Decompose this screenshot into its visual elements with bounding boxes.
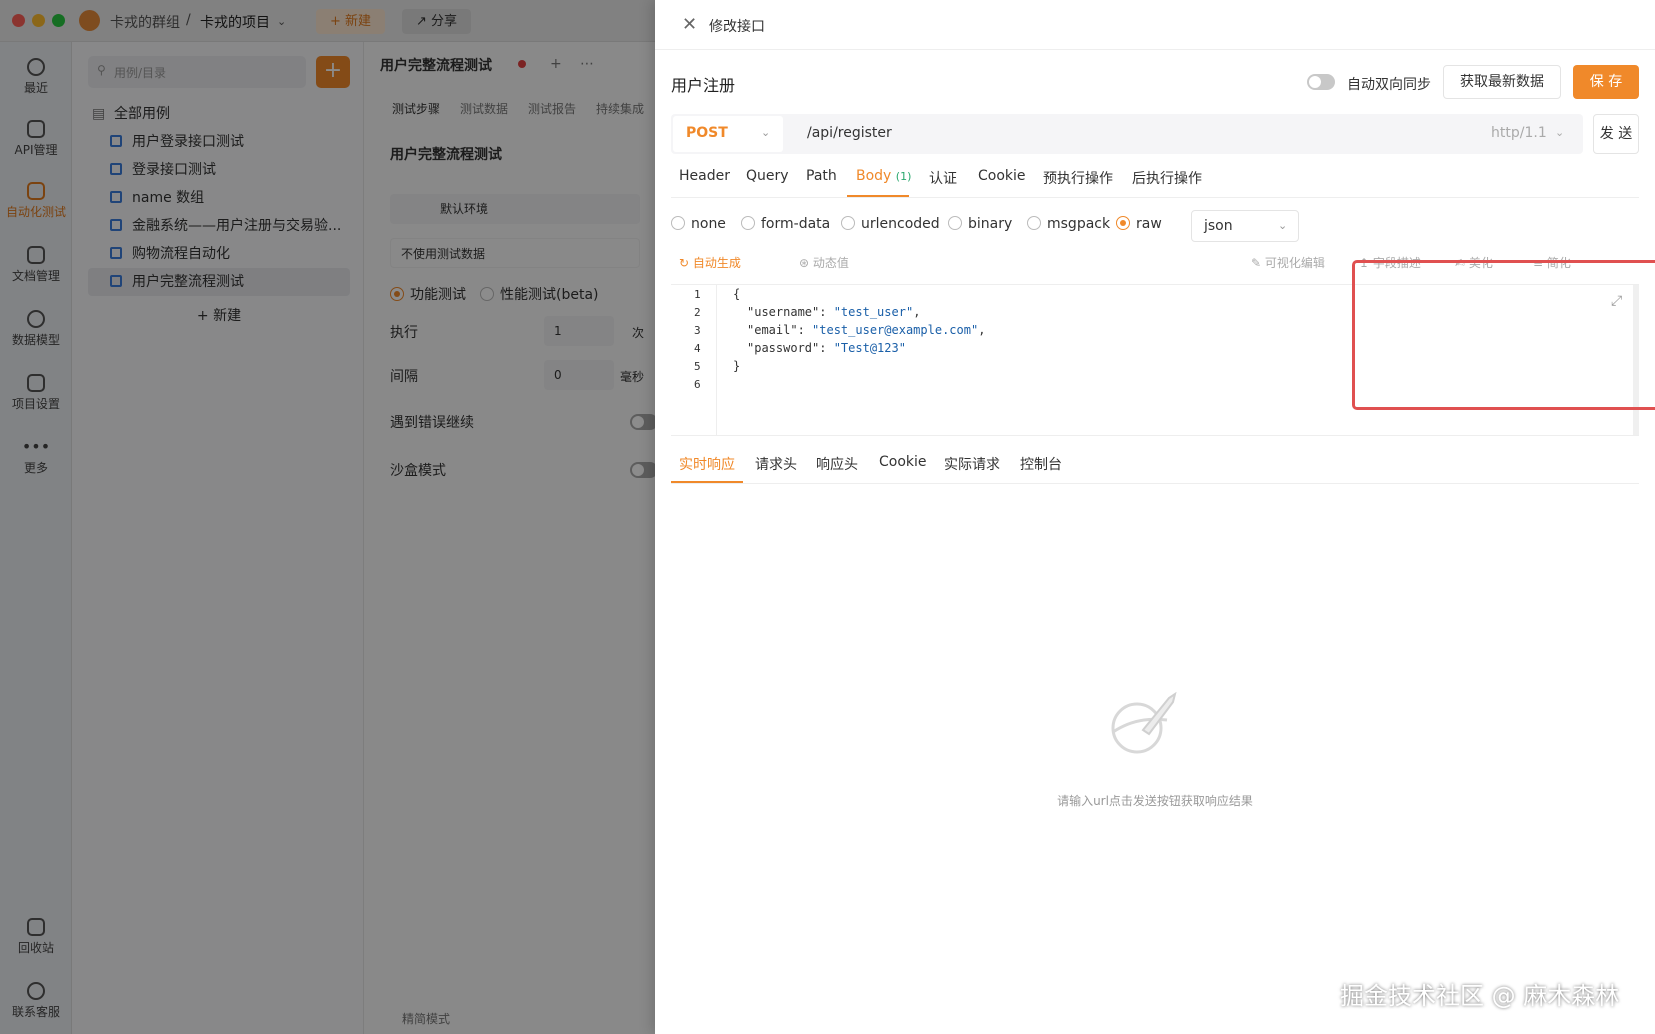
method-value: POST	[686, 125, 728, 141]
radio-icon	[841, 216, 855, 230]
tab-path[interactable]: Path	[806, 168, 837, 184]
body-type-form-data[interactable]: form-data	[741, 216, 830, 232]
raw-format-select[interactable]: json ⌄	[1191, 210, 1299, 242]
visual-edit-icon: ✎	[1251, 256, 1265, 270]
modal-overlay[interactable]	[0, 0, 655, 1034]
active-tab-indicator	[847, 195, 909, 197]
url-bar: POST ⌄ /api/register http/1.1 ⌄	[671, 114, 1583, 154]
tab-cookie[interactable]: Cookie	[978, 168, 1026, 184]
json-key: "email"	[747, 323, 798, 337]
radio-icon	[741, 216, 755, 230]
annotation-highlight-box	[1352, 260, 1655, 410]
body-type-msgpack[interactable]: msgpack	[1027, 216, 1110, 232]
active-tab-indicator	[671, 481, 743, 483]
json-value: "test_user@example.com"	[812, 323, 979, 337]
radio-icon	[671, 216, 685, 230]
json-comma: ,	[978, 323, 986, 337]
code-line: "username": "test_user",	[747, 305, 921, 319]
dynamic-value-button[interactable]: ⊛ 动态值	[799, 254, 849, 271]
radio-selected-icon	[1116, 216, 1130, 230]
body-type-label: urlencoded	[861, 216, 940, 232]
dynamic-icon: ⊛	[799, 256, 813, 270]
edit-api-drawer: ✕ 修改接口 用户注册 自动双向同步 获取最新数据 保 存 POST ⌄ /ap…	[655, 0, 1655, 1034]
auto-sync-toggle[interactable]	[1307, 74, 1335, 90]
body-type-binary[interactable]: binary	[948, 216, 1012, 232]
json-value: "test_user"	[833, 305, 914, 319]
line-number: 4	[694, 342, 701, 355]
api-name[interactable]: 用户注册	[671, 72, 735, 96]
body-type-raw[interactable]: raw	[1116, 216, 1162, 232]
rocket-planet-icon	[1111, 691, 1177, 754]
json-comma: ,	[913, 305, 921, 319]
auto-sync-label: 自动双向同步	[1347, 77, 1431, 93]
line-number: 3	[694, 324, 701, 337]
close-icon[interactable]: ✕	[682, 14, 697, 35]
send-button[interactable]: 发 送	[1593, 114, 1639, 154]
auto-generate-label: 自动生成	[692, 256, 741, 270]
watermark: 掘金技术社区 @ 麻木森林	[1340, 982, 1620, 1010]
tab-response-headers[interactable]: 响应头	[816, 454, 858, 474]
code-line: }	[733, 359, 741, 373]
json-key: "username"	[747, 305, 820, 319]
method-select[interactable]: POST ⌄	[673, 116, 783, 152]
format-value: json	[1204, 218, 1233, 234]
tab-query[interactable]: Query	[746, 168, 789, 184]
refresh-icon: ↻	[679, 256, 693, 270]
line-number: 6	[694, 378, 701, 391]
json-value: "Test@123"	[833, 341, 906, 355]
body-type-label: binary	[968, 216, 1013, 232]
fetch-latest-button[interactable]: 获取最新数据	[1443, 65, 1561, 99]
line-number: 5	[694, 360, 701, 373]
radio-icon	[948, 216, 962, 230]
visual-edit-button[interactable]: ✎ 可视化编辑	[1251, 254, 1325, 271]
line-number: 1	[694, 288, 701, 301]
visual-edit-label: 可视化编辑	[1264, 256, 1325, 270]
tab-auth[interactable]: 认证	[929, 168, 957, 188]
body-count-badge: (1)	[895, 170, 912, 183]
tab-request-headers[interactable]: 请求头	[755, 454, 797, 474]
request-tabs: Header Query Path Body (1) 认证 Cookie 预执行…	[671, 158, 1639, 198]
dynamic-value-label: 动态值	[812, 256, 849, 270]
tab-response-cookie[interactable]: Cookie	[879, 454, 927, 470]
radio-icon	[1027, 216, 1041, 230]
protocol-select[interactable]: http/1.1	[1491, 125, 1547, 141]
tab-body[interactable]: Body (1)	[856, 168, 911, 184]
body-type-label: raw	[1136, 216, 1162, 232]
chevron-down-icon: ⌄	[761, 126, 771, 139]
body-type-label: none	[691, 216, 726, 232]
drawer-title: 修改接口	[709, 19, 765, 35]
save-button[interactable]: 保 存	[1573, 65, 1639, 99]
response-tabs: 实时响应 请求头 响应头 Cookie 实际请求 控制台	[671, 444, 1639, 484]
json-key: "password"	[747, 341, 820, 355]
tab-post-ops[interactable]: 后执行操作	[1132, 168, 1202, 188]
tab-realtime-response[interactable]: 实时响应	[679, 454, 735, 474]
empty-response-hint: 请输入url点击发送按钮获取响应结果	[1057, 794, 1253, 808]
code-line: "password": "Test@123"	[747, 341, 906, 355]
code-line: {	[733, 287, 741, 301]
body-type-label: form-data	[761, 216, 831, 232]
url-input[interactable]: /api/register	[807, 125, 892, 141]
tab-body-label: Body	[856, 168, 892, 184]
drawer-header: ✕ 修改接口	[655, 0, 1655, 50]
tab-header[interactable]: Header	[679, 168, 730, 184]
tab-pre-ops[interactable]: 预执行操作	[1043, 168, 1113, 188]
chevron-down-icon: ⌄	[1555, 126, 1565, 139]
chevron-down-icon: ⌄	[1278, 219, 1288, 232]
body-type-urlencoded[interactable]: urlencoded	[841, 216, 940, 232]
code-line: "email": "test_user@example.com",	[747, 323, 986, 337]
line-number: 2	[694, 306, 701, 319]
tab-actual-request[interactable]: 实际请求	[944, 454, 1000, 474]
auto-generate-button[interactable]: ↻ 自动生成	[679, 254, 741, 271]
body-type-none[interactable]: none	[671, 216, 726, 232]
body-type-label: msgpack	[1047, 216, 1111, 232]
line-number-gutter: 1 2 3 4 5 6	[671, 285, 717, 435]
tab-console[interactable]: 控制台	[1020, 454, 1062, 474]
